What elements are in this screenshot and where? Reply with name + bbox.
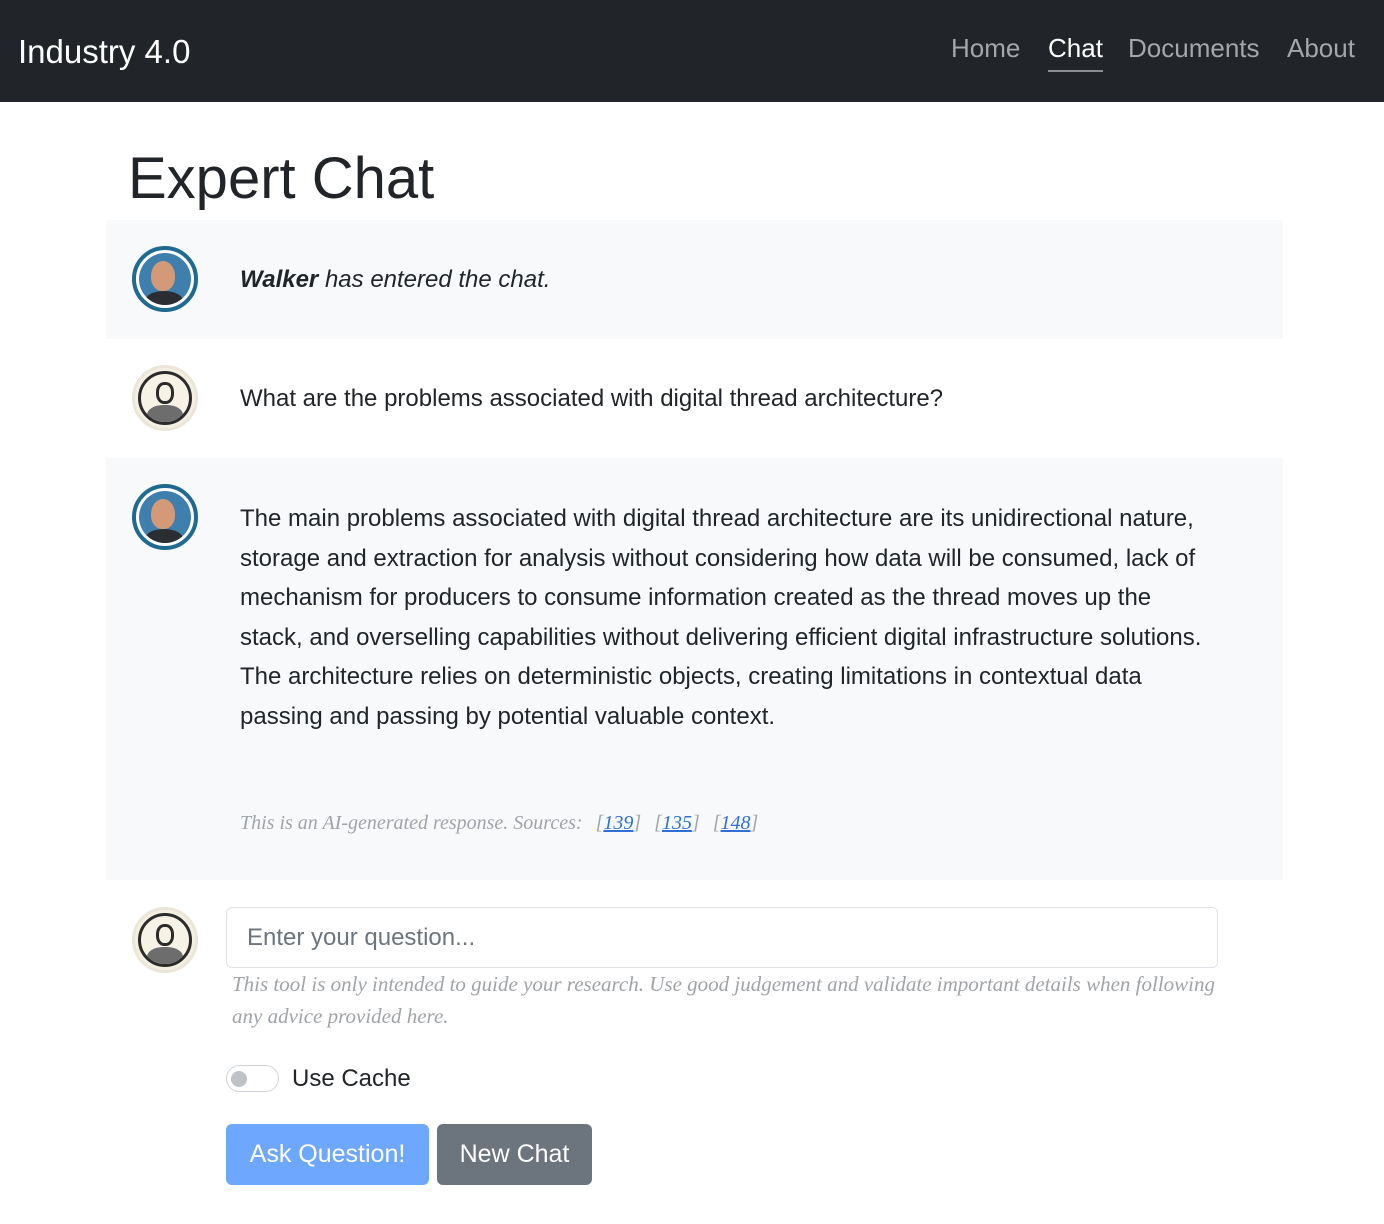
user-question-text: What are the problems associated with di…: [240, 385, 944, 412]
chat-message-expert-answer: The main problems associated with digita…: [106, 458, 1283, 880]
sources-label: This is an AI-generated response. Source…: [240, 812, 583, 834]
joined-notice: Walker has entered the chat.: [240, 262, 550, 298]
expert-avatar-icon: [132, 246, 198, 312]
nav-link-home[interactable]: Home: [951, 30, 1020, 66]
chat-message-user: What are the problems associated with di…: [106, 339, 1283, 458]
joined-text: has entered the chat.: [324, 266, 551, 293]
source-link[interactable]: 148: [721, 812, 751, 834]
ask-question-button[interactable]: Ask Question!: [226, 1124, 429, 1185]
toggle-knob: [231, 1071, 247, 1087]
new-chat-button[interactable]: New Chat: [437, 1124, 592, 1185]
brand-logo-text[interactable]: Industry 4.0: [18, 30, 190, 74]
source-ref: [135]: [654, 812, 700, 834]
use-cache-label: Use Cache: [292, 1065, 411, 1092]
top-navbar: Industry 4.0 Home Chat Documents About: [0, 0, 1384, 102]
expert-name: Walker: [240, 266, 319, 293]
nav-link-chat[interactable]: Chat: [1048, 30, 1103, 72]
expert-answer-text: The main problems associated with digita…: [240, 505, 1202, 730]
nav-link-documents[interactable]: Documents: [1128, 30, 1260, 66]
nav-link-about[interactable]: About: [1287, 30, 1355, 66]
use-cache-toggle[interactable]: [226, 1065, 279, 1092]
expert-avatar-icon: [132, 484, 198, 550]
page-title: Expert Chat: [128, 146, 435, 211]
sources-line: This is an AI-generated response. Source…: [240, 808, 758, 838]
question-input[interactable]: [226, 907, 1218, 968]
user-avatar-icon: [132, 365, 198, 431]
source-ref: [148]: [712, 812, 759, 834]
source-link[interactable]: 139: [603, 812, 633, 834]
source-link[interactable]: 135: [662, 812, 692, 834]
chat-message-expert-joined: Walker has entered the chat.: [106, 220, 1283, 339]
user-avatar-icon: [132, 907, 198, 973]
source-ref: [139]: [595, 812, 642, 834]
disclaimer-text: This tool is only intended to guide your…: [232, 972, 1216, 1028]
